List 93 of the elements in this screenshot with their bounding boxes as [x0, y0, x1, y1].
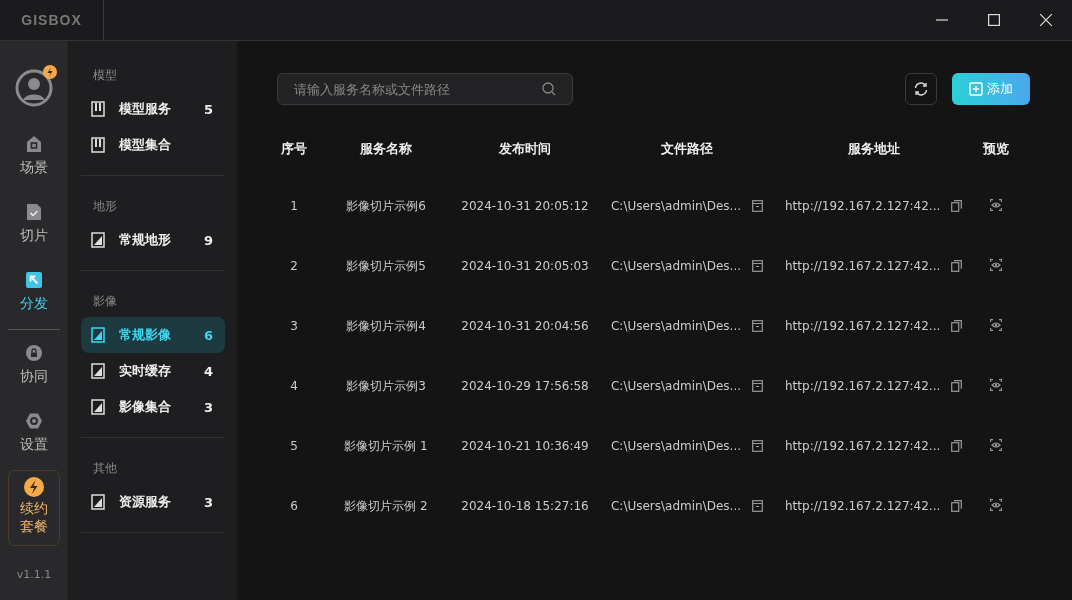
- column-header: 服务地址: [846, 140, 901, 158]
- columns-icon: [91, 101, 105, 117]
- version-label: v1.1.1: [16, 568, 52, 581]
- publish-time: 2024-10-31 20:05:03: [461, 259, 589, 273]
- file-path-text: C:\Users\admin\Des...: [610, 319, 742, 333]
- sidebar-item[interactable]: 常规影像 6: [81, 317, 225, 353]
- lightning-icon: [24, 477, 44, 497]
- service-url-text: http://192.167.2.127:42...: [785, 379, 941, 393]
- publish-time: 2024-10-31 20:04:56: [461, 319, 589, 333]
- open-file-button[interactable]: [751, 320, 764, 332]
- service-url-text: http://192.167.2.127:42...: [785, 259, 941, 273]
- refresh-button[interactable]: [905, 73, 937, 105]
- gear-icon: [25, 412, 43, 430]
- rail-tab[interactable]: 场景: [4, 129, 64, 197]
- file-path-text: C:\Users\admin\Des...: [610, 199, 742, 213]
- section-title: 地形: [92, 198, 118, 215]
- rail-tab[interactable]: 协同: [4, 338, 64, 406]
- renew-plan-button[interactable]: 续约套餐: [8, 470, 60, 546]
- section-title: 模型: [92, 67, 118, 84]
- service-name: 影像切片示例 2: [344, 498, 428, 513]
- row-number: 5: [290, 439, 298, 453]
- open-file-button[interactable]: [751, 200, 764, 212]
- service-name: 影像切片示例 1: [344, 438, 428, 453]
- service-url-text: http://192.167.2.127:42...: [785, 499, 941, 513]
- image-icon: [91, 363, 105, 379]
- refresh-icon: [913, 81, 929, 97]
- service-url-text: http://192.167.2.127:42...: [785, 199, 941, 213]
- image-icon: [91, 494, 105, 510]
- open-file-button[interactable]: [751, 440, 764, 452]
- sidebar-item[interactable]: 影像集合 3: [81, 389, 225, 425]
- row-number: 3: [290, 319, 298, 333]
- publish-time: 2024-10-31 20:05:12: [461, 199, 589, 213]
- preview-button[interactable]: [990, 378, 1003, 391]
- file-path-text: C:\Users\admin\Des...: [610, 379, 742, 393]
- preview-button[interactable]: [990, 258, 1003, 271]
- section-title: 其他: [92, 460, 118, 477]
- copy-button[interactable]: [950, 260, 963, 272]
- copy-button[interactable]: [950, 320, 963, 332]
- column-header: 服务名称: [359, 140, 413, 158]
- service-url-text: http://192.167.2.127:42...: [785, 439, 941, 453]
- service-name: 影像切片示例4: [346, 318, 426, 333]
- preview-button[interactable]: [990, 438, 1003, 451]
- service-url-text: http://192.167.2.127:42...: [785, 319, 941, 333]
- open-file-button[interactable]: [751, 260, 764, 272]
- open-file-button[interactable]: [751, 380, 764, 392]
- image-icon: [91, 232, 105, 248]
- publish-time: 2024-10-21 10:36:49: [461, 439, 589, 453]
- copy-button[interactable]: [950, 380, 963, 392]
- lock-icon: [25, 344, 43, 362]
- preview-button[interactable]: [990, 498, 1003, 511]
- preview-button[interactable]: [990, 318, 1003, 331]
- sidebar-item[interactable]: 模型服务 5: [81, 91, 225, 127]
- maximize-icon: [988, 14, 1000, 26]
- search-icon: [542, 82, 556, 96]
- rail-tab[interactable]: 切片: [4, 197, 64, 265]
- open-file-button[interactable]: [751, 500, 764, 512]
- sidebar-item[interactable]: 资源服务 3: [81, 484, 225, 520]
- image-icon: [91, 327, 105, 343]
- app-logo: GISBOX: [0, 0, 104, 40]
- preview-button[interactable]: [990, 198, 1003, 211]
- service-name: 影像切片示例6: [346, 198, 426, 213]
- file-path-text: C:\Users\admin\Des...: [610, 439, 742, 453]
- lightning-badge-icon: [43, 65, 57, 79]
- file-path-text: C:\Users\admin\Des...: [610, 259, 742, 273]
- columns-icon: [91, 137, 105, 153]
- row-number: 6: [290, 499, 298, 513]
- service-name: 影像切片示例3: [346, 378, 426, 393]
- column-header: 预览: [982, 140, 1011, 158]
- section-title: 影像: [92, 293, 118, 310]
- copy-button[interactable]: [950, 500, 963, 512]
- add-file-icon: [969, 82, 983, 96]
- sidebar-item[interactable]: 模型集合: [81, 127, 225, 163]
- arrow-up-left-icon: [25, 271, 43, 289]
- publish-time: 2024-10-29 17:56:58: [461, 379, 589, 393]
- home-icon: [25, 135, 43, 153]
- publish-time: 2024-10-18 15:27:16: [461, 499, 589, 513]
- sidebar-item[interactable]: 实时缓存 4: [81, 353, 225, 389]
- row-number: 2: [290, 259, 298, 273]
- column-header: 文件路径: [660, 140, 714, 158]
- image-icon: [91, 399, 105, 415]
- row-number: 1: [290, 199, 298, 213]
- column-header: 序号: [280, 140, 308, 158]
- file-path-text: C:\Users\admin\Des...: [610, 499, 742, 513]
- avatar-icon[interactable]: [15, 69, 53, 107]
- copy-button[interactable]: [950, 200, 963, 212]
- close-icon: [1040, 14, 1052, 26]
- document-check-icon: [25, 203, 43, 221]
- sidebar-item[interactable]: 常规地形 9: [81, 222, 225, 258]
- row-number: 4: [290, 379, 298, 393]
- service-name: 影像切片示例5: [346, 258, 426, 273]
- search-field[interactable]: 请输入服务名称或文件路径: [277, 73, 573, 105]
- column-header: 发布时间: [498, 140, 552, 158]
- copy-button[interactable]: [950, 440, 963, 452]
